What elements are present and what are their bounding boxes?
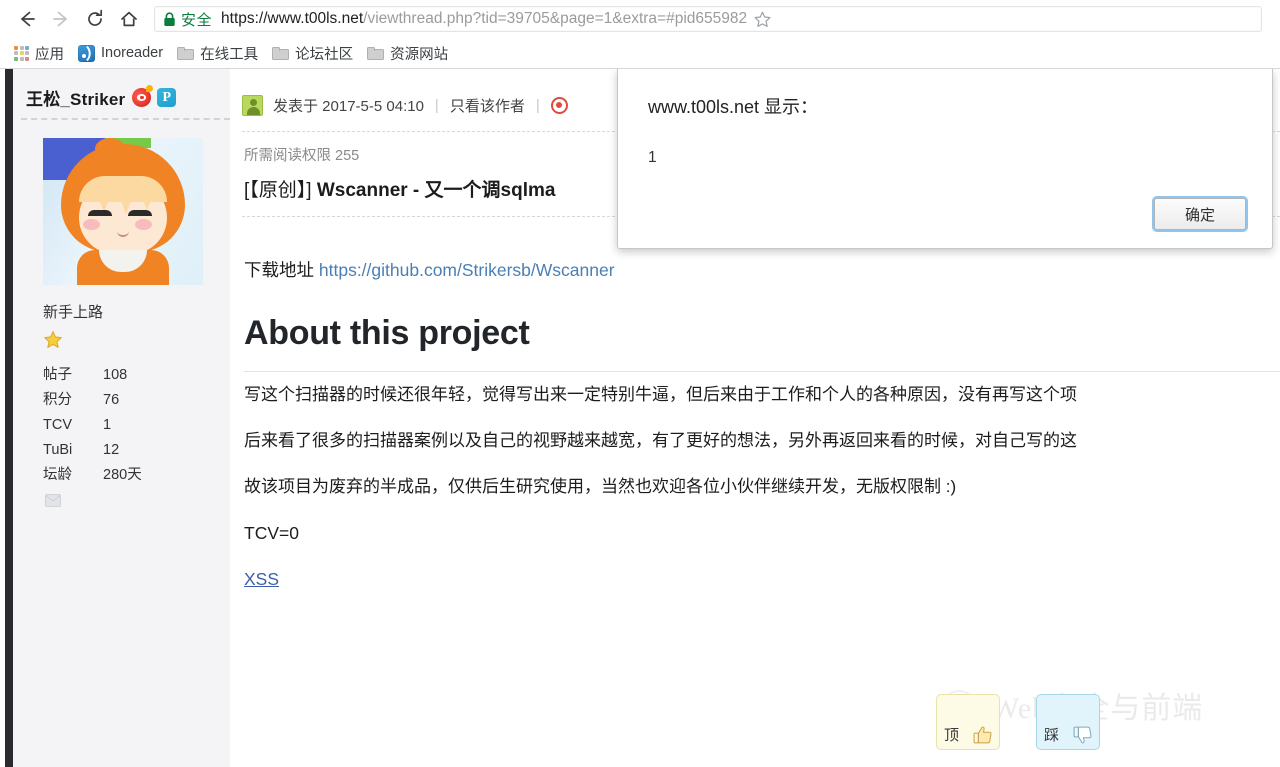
xss-link[interactable]: XSS	[244, 569, 279, 589]
security-indicator[interactable]: 安全	[163, 9, 212, 30]
bookmark-forums[interactable]: 论坛社区	[268, 41, 361, 66]
bookmark-label: 应用	[35, 46, 64, 63]
downvote-button[interactable]: 踩	[1036, 694, 1100, 750]
folder-icon	[177, 46, 195, 60]
dialog-ok-button[interactable]: 确定	[1154, 198, 1246, 230]
stat-value: 1	[103, 417, 112, 433]
stat-row: 坛龄 280天	[43, 463, 230, 488]
bookmark-apps[interactable]: 应用	[10, 41, 72, 66]
vote-buttons: 顶 踩	[936, 694, 1100, 750]
apps-grid-icon	[14, 45, 29, 61]
section-heading: About this project	[244, 314, 530, 352]
downvote-label: 踩	[1044, 727, 1060, 744]
download-label: 下载地址	[244, 260, 314, 280]
stat-key: 坛龄	[43, 467, 72, 483]
post-date: 发表于 2017-5-5 04:10	[273, 97, 424, 115]
bookmark-label: 在线工具	[200, 46, 259, 63]
dialog-panel: www.t00ls.net 显示： 1 确定	[617, 69, 1273, 249]
stat-row: TuBi 12	[43, 438, 230, 463]
bookmark-label: Inoreader	[101, 45, 164, 61]
post-title-text: Wscanner - 又一个调sqlma	[316, 180, 556, 201]
window-edge-bar	[5, 69, 13, 767]
author-stats: 帖子 108 积分 76 TCV 1 TuBi 12 坛龄 280天	[43, 363, 230, 488]
meta-separator: |	[434, 96, 439, 114]
reload-button[interactable]	[78, 2, 112, 36]
star-icon	[44, 331, 62, 348]
address-bar[interactable]: 安全 https://www.t00ls.net/viewthread.php?…	[154, 6, 1262, 32]
stat-row: 帖子 108	[43, 363, 230, 388]
bookmark-online-tools[interactable]: 在线工具	[173, 41, 266, 66]
stat-key: 帖子	[43, 367, 72, 383]
stat-value: 108	[103, 367, 128, 383]
xss-line: XSS	[244, 556, 1280, 602]
target-icon[interactable]	[550, 96, 568, 114]
author-avatar-icon	[242, 94, 263, 116]
github-link[interactable]: https://github.com/Strikersb/Wscanner	[319, 260, 615, 280]
page-viewport: 王松_Striker P 新手上路 帖子 108 积分 76 TCV 1 TuB…	[0, 69, 1280, 767]
avatar[interactable]	[43, 138, 203, 285]
js-alert-dialog: www.t00ls.net 显示： 1 确定	[617, 69, 1273, 249]
post-paragraph: 写这个扫描器的时候还很年轻，觉得写出来一定特别牛逼，但后来由于工作和个人的各种原…	[244, 385, 1077, 404]
author-rank: 新手上路	[43, 304, 104, 321]
author-username: 王松_Striker	[26, 90, 126, 109]
url-text[interactable]: https://www.t00ls.net/viewthread.php?tid…	[221, 10, 747, 28]
post-title-tag[interactable]: [【原创】]	[244, 180, 312, 201]
pinterest-icon[interactable]: P	[157, 88, 177, 107]
stat-key: TuBi	[43, 442, 73, 458]
bookmark-label: 资源网站	[390, 46, 449, 63]
message-icon[interactable]	[45, 494, 230, 512]
stat-value: 280天	[103, 467, 142, 483]
browser-toolbar: 安全 https://www.t00ls.net/viewthread.php?…	[0, 0, 1280, 38]
stat-key: 积分	[43, 392, 72, 408]
upvote-label: 顶	[944, 727, 960, 744]
only-author-link[interactable]: 只看该作者	[450, 95, 525, 116]
back-button[interactable]	[10, 2, 44, 36]
secure-label: 安全	[181, 11, 213, 29]
dialog-message: 1	[648, 149, 657, 166]
tcv-line: TCV=0	[244, 523, 299, 543]
rss-icon	[78, 44, 95, 62]
stat-row: 积分 76	[43, 388, 230, 413]
browser-chrome: 安全 https://www.t00ls.net/viewthread.php?…	[0, 0, 1280, 69]
bookmark-star-icon[interactable]	[753, 10, 772, 29]
home-button[interactable]	[112, 2, 146, 36]
star-badge	[43, 330, 230, 355]
post-paragraph: 故该项目为废弃的半成品，仅供后生研究使用，当然也欢迎各位小伙伴继续开发，无版权限…	[244, 477, 957, 496]
post-body: 下载地址 https://github.com/Strikersb/Wscann…	[242, 217, 1280, 602]
url-path: /viewthread.php?tid=39705&page=1&extra=#…	[363, 10, 748, 27]
thumbs-down-icon	[1073, 726, 1092, 744]
stat-value: 12	[103, 442, 120, 458]
bookmark-resources[interactable]: 资源网站	[363, 41, 456, 66]
upvote-button[interactable]: 顶	[936, 694, 1000, 750]
stat-row: TCV 1	[43, 413, 230, 438]
dialog-button-row: 确定	[1154, 198, 1246, 230]
stat-key: TCV	[43, 417, 72, 433]
dialog-title: www.t00ls.net 显示：	[648, 97, 819, 117]
author-name-row[interactable]: 王松_Striker P	[13, 69, 230, 118]
lock-icon	[164, 11, 175, 26]
thumbs-up-icon	[973, 726, 992, 744]
bookmark-inoreader[interactable]: Inoreader	[74, 43, 171, 64]
forward-button[interactable]	[44, 2, 78, 36]
author-sidebar: 王松_Striker P 新手上路 帖子 108 积分 76 TCV 1 TuB…	[13, 69, 230, 767]
bookmark-label: 论坛社区	[295, 46, 354, 63]
url-host: https://www.t00ls.net	[221, 10, 364, 27]
page-content: 王松_Striker P 新手上路 帖子 108 积分 76 TCV 1 TuB…	[13, 69, 1280, 767]
weibo-icon[interactable]	[132, 85, 154, 107]
sidebar-divider	[21, 118, 230, 120]
bookmarks-bar: 应用 Inoreader 在线工具 论坛社区 资源网站	[0, 38, 1280, 68]
post-paragraph: 后来看了很多的扫描器案例以及自己的视野越来越宽，有了更好的想法，另外再返回来看的…	[244, 431, 1077, 450]
folder-icon	[367, 46, 385, 60]
folder-icon	[272, 46, 290, 60]
stat-value: 76	[103, 392, 120, 408]
meta-separator: |	[535, 96, 540, 114]
